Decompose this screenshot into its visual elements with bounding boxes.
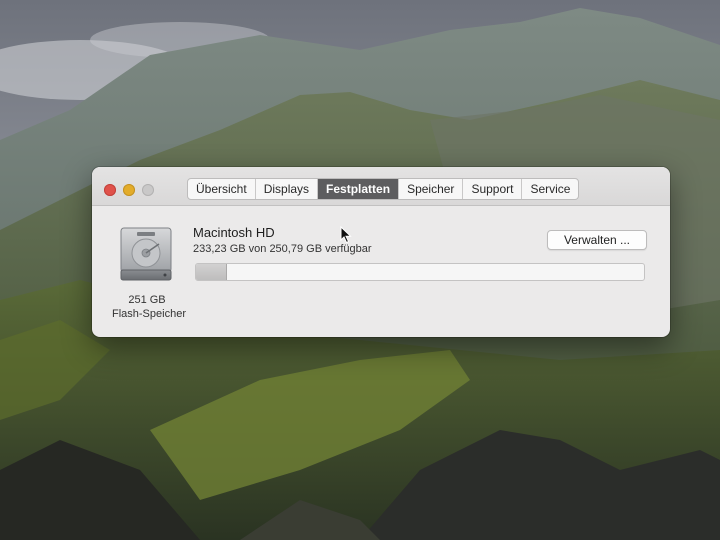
- tab-storage[interactable]: Festplatten: [318, 179, 400, 199]
- disk-available-space: 233,23 GB von 250,79 GB verfügbar: [193, 243, 372, 255]
- about-this-mac-window: Übersicht Displays Festplatten Speicher …: [92, 167, 670, 337]
- disk-capacity: 251 GB: [128, 294, 166, 306]
- storage-panel: 251 GB Flash-Speicher Macintosh HD 233,2…: [92, 206, 670, 337]
- mouse-pointer-icon: [340, 225, 352, 244]
- manage-storage-button[interactable]: Verwalten ...: [547, 230, 647, 250]
- hard-drive-icon: [119, 226, 173, 284]
- disk-name: Macintosh HD: [193, 225, 275, 240]
- storage-usage-bar: [195, 263, 645, 281]
- tab-displays[interactable]: Displays: [256, 179, 319, 199]
- tab-support[interactable]: Support: [463, 179, 523, 199]
- disk-type: Flash-Speicher: [112, 308, 186, 320]
- tab-bar: Übersicht Displays Festplatten Speicher …: [187, 178, 580, 200]
- tab-service[interactable]: Service: [522, 179, 578, 199]
- storage-usage-fill: [196, 264, 228, 280]
- zoom-window-button[interactable]: [142, 184, 154, 196]
- window-titlebar[interactable]: Übersicht Displays Festplatten Speicher …: [92, 167, 670, 206]
- tab-memory[interactable]: Speicher: [399, 179, 464, 199]
- tab-overview[interactable]: Übersicht: [188, 179, 256, 199]
- minimize-window-button[interactable]: [123, 184, 135, 196]
- close-window-button[interactable]: [104, 184, 116, 196]
